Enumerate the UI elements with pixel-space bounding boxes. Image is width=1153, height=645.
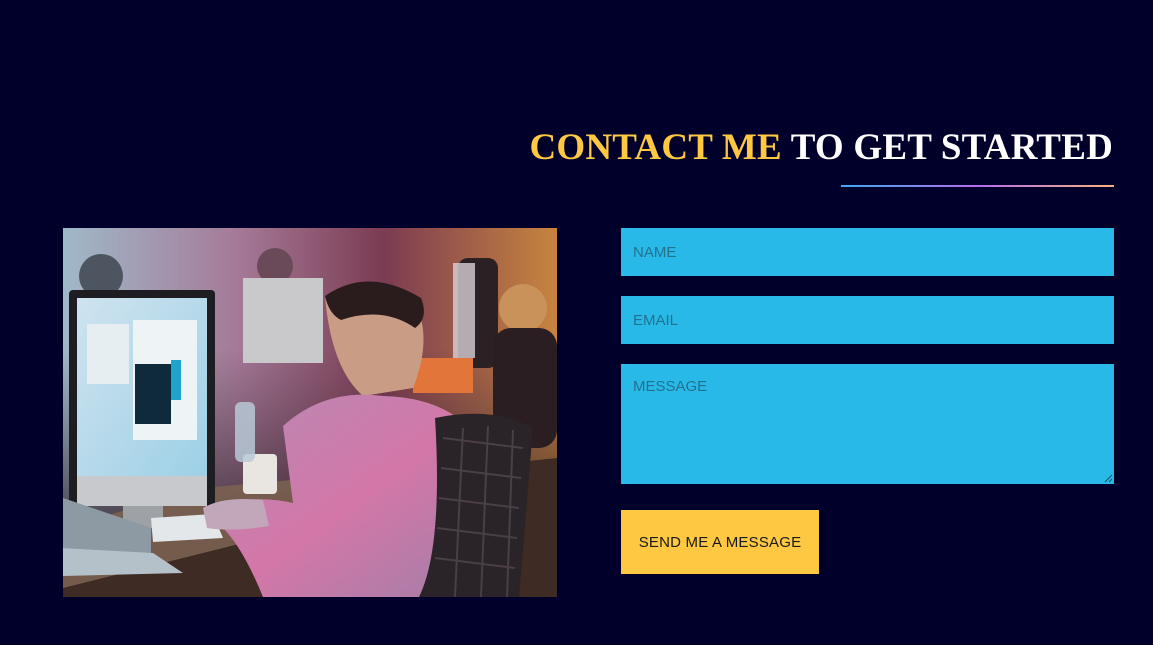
send-message-button[interactable]: SEND ME A MESSAGE — [621, 510, 819, 574]
heading-rest: TO GET STARTED — [781, 127, 1113, 168]
heading-accent: CONTACT ME — [529, 127, 782, 168]
heading-underline — [841, 185, 1114, 187]
name-input[interactable] — [621, 228, 1114, 276]
email-input[interactable] — [621, 296, 1114, 344]
resize-grip-icon[interactable] — [1104, 474, 1113, 483]
section-heading: CONTACT ME TO GET STARTED — [529, 125, 1113, 171]
message-textarea[interactable] — [621, 364, 1114, 484]
office-photo — [63, 228, 557, 597]
